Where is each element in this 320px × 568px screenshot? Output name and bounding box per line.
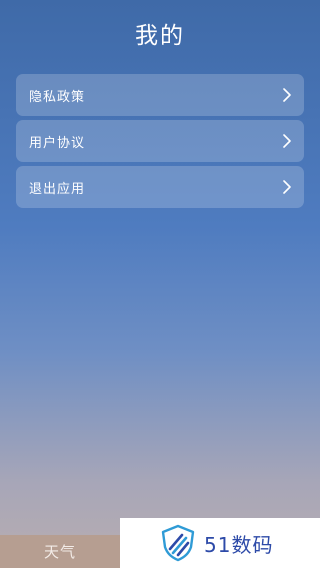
- menu-item-label: 隐私政策: [29, 89, 86, 105]
- tab-weather-label: 天气: [43, 543, 76, 561]
- menu-item-exit-app[interactable]: 退出应用: [16, 166, 304, 208]
- menu-item-privacy-policy[interactable]: 隐私政策: [16, 74, 304, 116]
- menu-item-label: 退出应用: [29, 181, 86, 197]
- menu-item-user-agreement[interactable]: 用户协议: [16, 120, 304, 162]
- watermark-51shuma: 51数码: [120, 518, 320, 568]
- shield-logo-icon: [158, 523, 198, 563]
- chevron-right-icon: [282, 134, 292, 148]
- chevron-right-icon: [282, 88, 292, 102]
- menu-item-label: 用户协议: [29, 135, 86, 151]
- watermark-text: 51数码: [204, 532, 274, 557]
- tab-weather[interactable]: 天气: [0, 535, 120, 568]
- page-title: 我的: [135, 23, 185, 49]
- settings-menu: 隐私政策 用户协议 退出应用: [16, 74, 304, 212]
- chevron-right-icon: [282, 180, 292, 194]
